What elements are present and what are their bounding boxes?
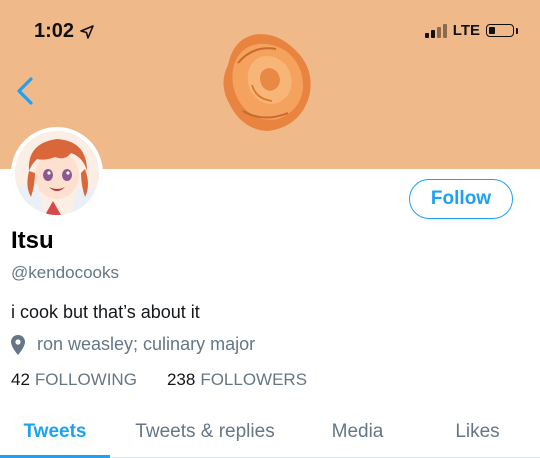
tab-media[interactable]: Media	[300, 406, 415, 457]
chevron-left-icon[interactable]	[14, 76, 38, 106]
location-arrow-icon	[80, 24, 94, 39]
cellular-signal-icon	[424, 23, 447, 38]
profile-avatar[interactable]	[11, 127, 103, 219]
battery-icon	[486, 24, 514, 37]
followers-label: FOLLOWERS	[200, 370, 308, 389]
map-pin-icon	[11, 334, 25, 355]
followers-count: 238	[166, 370, 196, 389]
profile-location: ron weasley; culinary major	[11, 334, 255, 355]
following-count: 42	[11, 370, 30, 389]
tab-tweets[interactable]: Tweets	[0, 406, 110, 458]
status-bar-time: 1:02	[34, 20, 94, 43]
tab-likes[interactable]: Likes	[415, 406, 540, 457]
network-type: LTE	[452, 22, 480, 39]
following-label: FOLLOWING	[34, 370, 137, 389]
profile-stats: 42 FOLLOWING 238 FOLLOWERS	[11, 370, 307, 390]
status-bar-indicators: LTE	[424, 22, 518, 39]
profile-tabs: Tweets Tweets & replies Media Likes	[0, 406, 540, 458]
clock-text: 1:02	[34, 20, 75, 42]
tab-tweets-and-replies[interactable]: Tweets & replies	[110, 406, 300, 457]
anime-avatar-image	[15, 131, 99, 215]
rose-image	[223, 34, 311, 131]
profile-name: Itsu	[11, 227, 54, 254]
following-stat[interactable]: 42 FOLLOWING	[11, 370, 137, 390]
location-text: ron weasley; culinary major	[37, 334, 256, 354]
profile-handle: @kendocooks	[11, 263, 119, 282]
profile-bio: i cook but that’s about it	[11, 302, 200, 322]
followers-stat[interactable]: 238 FOLLOWERS	[167, 370, 307, 390]
battery-tip	[516, 27, 518, 34]
follow-button[interactable]: Follow	[409, 179, 513, 219]
